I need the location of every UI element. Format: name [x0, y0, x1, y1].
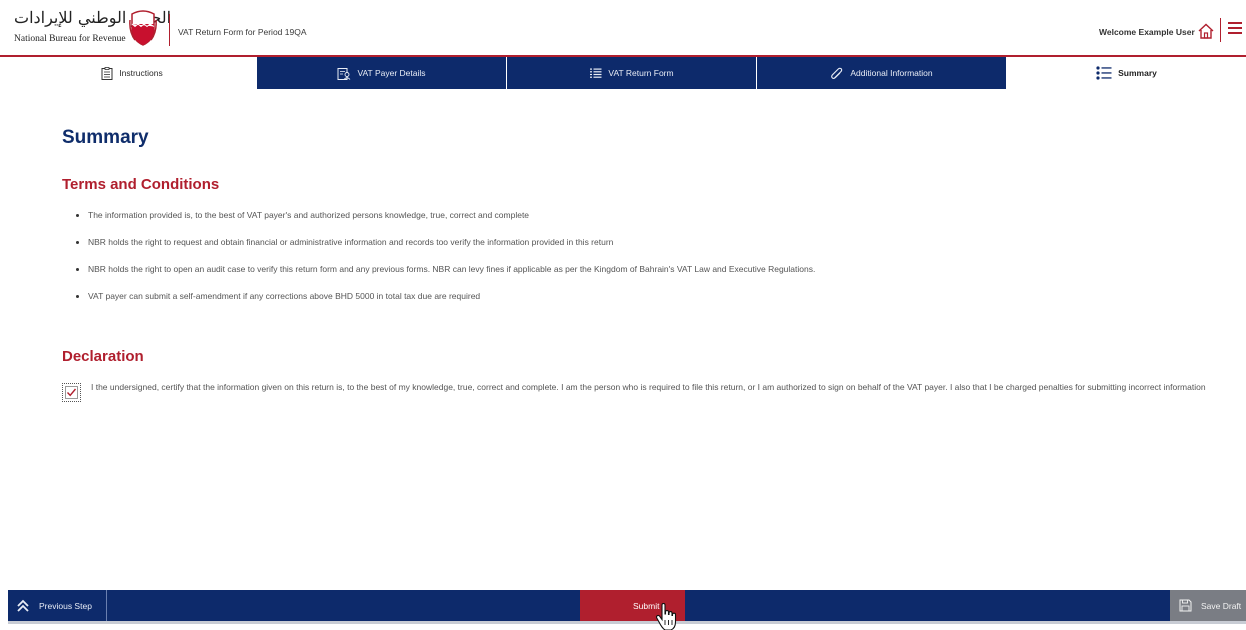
double-chevron-up-icon [17, 599, 29, 612]
list-item: VAT payer can submit a self-amendment if… [62, 286, 1212, 313]
paperclip-icon [831, 67, 843, 79]
declaration-heading: Declaration [62, 348, 144, 365]
app-header: الجهاز الوطني للإيرادات National Bureau … [0, 0, 1246, 57]
previous-step-label: Previous Step [39, 600, 92, 611]
term-text: NBR holds the right to request and obtai… [88, 237, 614, 247]
user-details-icon [337, 67, 351, 80]
header-divider-right [1220, 18, 1221, 42]
declaration-text: I the undersigned, certify that the info… [91, 382, 1206, 392]
nbr-logo[interactable]: الجهاز الوطني للإيرادات National Bureau … [8, 8, 171, 50]
page-title: VAT Return Form for Period 19QA [178, 27, 307, 37]
summary-list-icon [1096, 66, 1112, 80]
tab-summary[interactable]: Summary [1007, 57, 1246, 89]
tab-vat-return-form-label: VAT Return Form [608, 68, 674, 78]
hamburger-menu-icon[interactable] [1227, 20, 1243, 36]
bullet-icon [76, 268, 79, 271]
save-draft-button[interactable]: Save Draft [1170, 590, 1246, 621]
tab-vat-payer-details-label: VAT Payer Details [357, 68, 426, 78]
document-icon [101, 66, 113, 80]
term-text: NBR holds the right to open an audit cas… [88, 264, 816, 274]
declaration-checkbox[interactable] [62, 383, 81, 402]
terms-list: The information provided is, to the best… [62, 205, 1212, 313]
page-heading: Summary [62, 127, 149, 148]
welcome-user-text: Welcome Example User [1099, 27, 1195, 37]
tab-additional-information[interactable]: Additional Information [757, 57, 1007, 89]
term-text: The information provided is, to the best… [88, 210, 530, 220]
tab-vat-payer-details[interactable]: VAT Payer Details [257, 57, 507, 89]
logo-english-text: National Bureau for Revenue [14, 34, 126, 44]
tab-instructions-label: Instructions [119, 68, 163, 78]
tab-instructions[interactable]: Instructions [8, 57, 257, 89]
footer-shadow [8, 621, 1246, 624]
list-icon [590, 68, 602, 78]
tab-summary-label: Summary [1118, 68, 1157, 78]
bullet-icon [76, 295, 79, 298]
list-item: NBR holds the right to request and obtai… [62, 232, 1212, 259]
previous-step-button[interactable]: Previous Step [8, 590, 107, 621]
step-tabs: Instructions VAT Payer Details VAT Retur… [8, 57, 1246, 89]
save-icon [1179, 599, 1192, 612]
bullet-icon [76, 214, 79, 217]
header-divider [169, 14, 170, 46]
save-draft-label: Save Draft [1201, 600, 1242, 611]
footer-bar: Previous Step Submit Save Draft [8, 590, 1246, 621]
home-icon[interactable] [1197, 22, 1215, 40]
tab-additional-information-label: Additional Information [850, 68, 933, 78]
tab-vat-return-form[interactable]: VAT Return Form [507, 57, 757, 89]
bahrain-emblem-icon [129, 10, 157, 46]
hand-pointer-cursor-icon [655, 603, 677, 630]
bullet-icon [76, 241, 79, 244]
terms-heading: Terms and Conditions [62, 176, 220, 193]
term-text: VAT payer can submit a self-amendment if… [88, 291, 481, 301]
list-item: NBR holds the right to open an audit cas… [62, 259, 1212, 286]
list-item: The information provided is, to the best… [62, 205, 1212, 232]
checkmark-icon [66, 388, 77, 397]
